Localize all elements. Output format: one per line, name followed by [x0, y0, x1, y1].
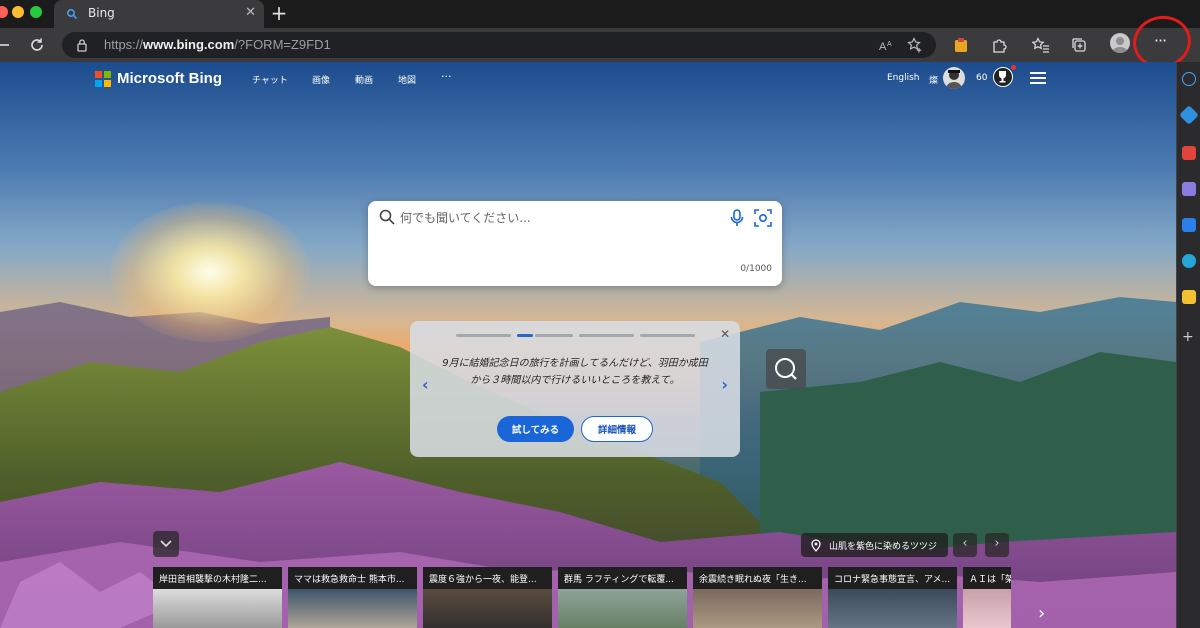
svg-text:A: A: [887, 41, 892, 48]
copilot-button[interactable]: [766, 349, 806, 389]
user-name[interactable]: 燦: [929, 73, 938, 86]
sidebar-outlook-icon[interactable]: [1182, 290, 1196, 304]
news-thumbnail: [558, 589, 687, 628]
microsoft-logo-icon: [95, 70, 111, 87]
news-headline: 震度６強から一夜、能登...: [423, 567, 552, 589]
sun-glow: [110, 202, 310, 342]
new-tab-button[interactable]: +: [268, 2, 290, 24]
sidebar-tools-icon[interactable]: [1182, 182, 1196, 196]
visual-search-icon[interactable]: [753, 208, 773, 228]
nav-maps[interactable]: 地図: [398, 73, 416, 86]
browser-toolbar: https://www.bing.com/?FORM=Z9FD1 AA ···: [0, 28, 1200, 62]
try-it-button[interactable]: 試してみる: [497, 416, 574, 442]
microphone-icon[interactable]: [730, 209, 744, 227]
news-thumbnail: [963, 589, 1011, 628]
nav-chat[interactable]: チャット: [252, 73, 288, 86]
url-text: https://www.bing.com/?FORM=Z9FD1: [104, 37, 331, 52]
carousel-progress-2: [517, 334, 533, 337]
minimize-window-button[interactable]: [12, 6, 24, 18]
favorites-icon[interactable]: [1030, 34, 1052, 56]
edge-sidebar: +: [1176, 62, 1200, 628]
hamburger-menu-icon[interactable]: [1030, 72, 1046, 84]
carousel-progress-3: [579, 334, 634, 337]
news-headline: 余震続き眠れぬ夜「生き...: [693, 567, 822, 589]
news-card[interactable]: ＡＩは「架: [963, 567, 1011, 628]
news-next-arrow-icon[interactable]: ›: [1038, 603, 1045, 624]
address-bar[interactable]: https://www.bing.com/?FORM=Z9FD1 AA: [62, 32, 936, 58]
collections-icon[interactable]: [1068, 34, 1090, 56]
language-toggle[interactable]: English: [887, 73, 920, 83]
suggestion-text: 9月に結婚記念日の旅行を計画してるんだけど、羽田か成田から３時間以内で行けるいい…: [442, 358, 708, 386]
rewards-trophy-icon[interactable]: [993, 67, 1013, 87]
tab-title: Bing: [88, 6, 115, 20]
news-card[interactable]: 震度６強から一夜、能登...: [423, 567, 552, 628]
extension-icon[interactable]: [950, 34, 972, 56]
search-icon: [379, 209, 395, 225]
image-caption: 山肌を紫色に染めるツツジ: [829, 541, 937, 552]
sidebar-search-icon[interactable]: [1182, 72, 1196, 86]
chevron-right-icon[interactable]: ›: [721, 375, 728, 394]
nav-videos[interactable]: 動画: [355, 73, 373, 86]
bing-homepage: Microsoft Bing チャット 画像 動画 地図 ··· English…: [0, 62, 1176, 628]
next-image-button[interactable]: ›: [985, 533, 1009, 557]
news-headline: 岸田首相襲撃の木村隆二...: [153, 567, 282, 589]
chevron-left-icon[interactable]: ‹: [422, 375, 429, 394]
notification-dot: [1011, 65, 1016, 70]
search-box: 0/1000: [368, 201, 782, 286]
nav-more[interactable]: ···: [441, 70, 452, 83]
carousel-progress-1: [456, 334, 511, 337]
news-headline: ＡＩは「架: [963, 567, 1011, 589]
news-card[interactable]: 余震続き眠れぬ夜「生き...: [693, 567, 822, 628]
news-card[interactable]: コロナ緊急事態宣言、アメ...: [828, 567, 957, 628]
sidebar-add-icon[interactable]: +: [1182, 330, 1196, 344]
location-pin-icon: [811, 538, 821, 552]
news-card[interactable]: 群馬 ラフティングで転覆...: [558, 567, 687, 628]
refresh-icon[interactable]: [26, 34, 48, 56]
collapse-feed-button[interactable]: [153, 531, 179, 557]
image-info-button[interactable]: 山肌を紫色に染めるツツジ: [801, 533, 948, 557]
user-avatar[interactable]: [943, 67, 965, 89]
tab-bing[interactable]: Bing ✕: [54, 0, 264, 28]
news-thumbnail: [288, 589, 417, 628]
rewards-points[interactable]: 60: [976, 73, 987, 83]
chevron-down-icon: [160, 540, 172, 548]
close-window-button[interactable]: [0, 6, 8, 18]
news-headline: コロナ緊急事態宣言、アメ...: [828, 567, 957, 589]
svg-text:A: A: [879, 41, 887, 52]
carousel-progress-2-rest: [535, 334, 573, 337]
news-thumbnail: [153, 589, 282, 628]
search-icon: [67, 9, 78, 20]
bing-logo[interactable]: Microsoft Bing: [95, 70, 222, 87]
sidebar-games-icon[interactable]: [1182, 218, 1196, 232]
read-aloud-icon[interactable]: AA: [877, 36, 895, 54]
news-card[interactable]: ママは救急救命士 熊本市...: [288, 567, 417, 628]
news-headline: ママは救急救命士 熊本市...: [288, 567, 417, 589]
back-icon[interactable]: [0, 34, 14, 56]
close-icon[interactable]: ✕: [720, 327, 730, 341]
character-counter: 0/1000: [740, 264, 772, 274]
search-input[interactable]: [400, 209, 720, 227]
previous-image-button[interactable]: ‹: [953, 533, 977, 557]
extensions-puzzle-icon[interactable]: [988, 34, 1010, 56]
news-card[interactable]: 岸田首相襲撃の木村隆二...: [153, 567, 282, 628]
sidebar-office-icon[interactable]: [1182, 254, 1196, 268]
carousel-progress-4: [640, 334, 695, 337]
sidebar-copilot-icon[interactable]: [1179, 105, 1199, 125]
suggestion-card: ✕ ‹ › 9月に結婚記念日の旅行を計画してるんだけど、羽田か成田から３時間以内…: [410, 321, 740, 457]
add-favorite-icon[interactable]: [906, 36, 924, 54]
bing-logo-text: Microsoft Bing: [117, 70, 222, 87]
news-thumbnail: [423, 589, 552, 628]
profile-avatar[interactable]: [1110, 33, 1130, 53]
tab-close-icon[interactable]: ✕: [245, 5, 256, 20]
news-headline: 群馬 ラフティングで転覆...: [558, 567, 687, 589]
sidebar-shopping-icon[interactable]: [1182, 146, 1196, 160]
zoom-window-button[interactable]: [30, 6, 42, 18]
tab-bar: Bing ✕ +: [0, 0, 1200, 28]
lock-icon: [77, 39, 87, 52]
news-thumbnail: [693, 589, 822, 628]
nav-images[interactable]: 画像: [312, 73, 330, 86]
learn-more-button[interactable]: 詳細情報: [581, 416, 653, 442]
news-thumbnail: [828, 589, 957, 628]
